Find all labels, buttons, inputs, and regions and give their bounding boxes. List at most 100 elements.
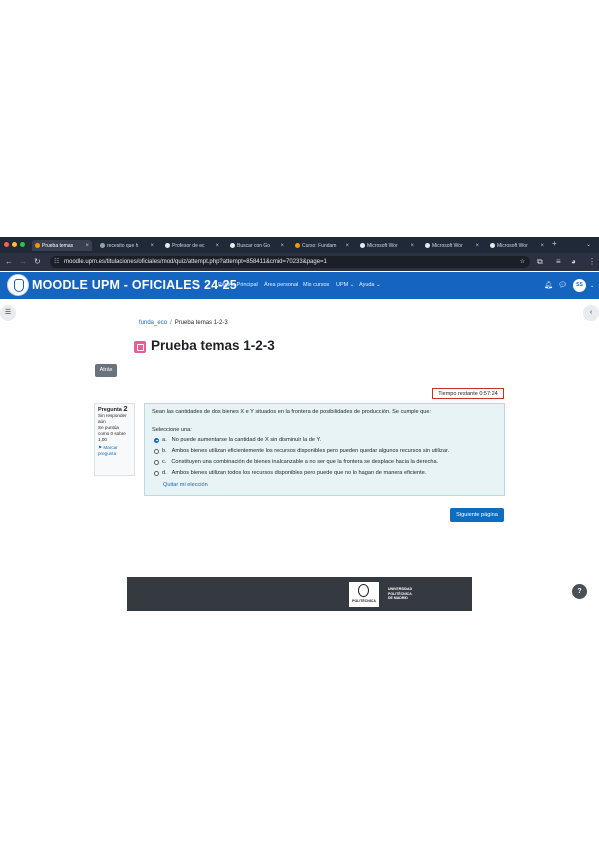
tab-label: Microsoft Wor xyxy=(367,242,398,249)
quiz-icon xyxy=(134,341,146,353)
browser-tab[interactable]: Profesor de ec × xyxy=(162,240,222,251)
nav-link-upm[interactable]: UPM ⌄ xyxy=(336,282,354,288)
browser-tab[interactable]: recesito que h × xyxy=(97,240,157,251)
tab-close-icon[interactable]: × xyxy=(150,243,154,249)
breadcrumb-separator: / xyxy=(170,320,172,326)
block-drawer-toggle-icon[interactable]: ‹ xyxy=(583,305,599,321)
question-score: Se puntúa como 0 sobre 1,00 xyxy=(98,425,126,442)
tab-favicon-icon xyxy=(35,243,40,248)
question-text: Sean las cantidades de dos bienes X e Y … xyxy=(152,409,432,415)
answer-option[interactable]: b. Ambos bienes utilizan eficientemente l… xyxy=(154,448,449,454)
tab-label: Curso: Fundam xyxy=(302,242,337,249)
url-field[interactable]: ☷ moodle.upm.es/titulaciones/oficiales/m… xyxy=(50,256,530,268)
breadcrumb-course-link[interactable]: funda_eco xyxy=(139,320,167,326)
extensions-icon[interactable]: ⧉ xyxy=(537,257,543,267)
browser-tab[interactable]: Microsoft Wor × xyxy=(422,240,482,251)
answer-text: Ambos bienes utilizan todos los recursos… xyxy=(171,470,427,476)
user-menu-chevron-icon[interactable]: ⌄ xyxy=(590,283,594,289)
browser-tab[interactable]: Microsoft Wor × xyxy=(487,240,547,251)
tab-close-icon[interactable]: × xyxy=(85,243,89,249)
nav-link-my-courses[interactable]: Mis cursos xyxy=(303,282,329,288)
url-text: moodle.upm.es/titulaciones/oficiales/mod… xyxy=(64,259,327,265)
answer-radio[interactable] xyxy=(154,459,159,465)
tab-favicon-icon xyxy=(165,243,170,248)
upm-footer-logo[interactable]: POLITÉCNICA xyxy=(349,582,379,607)
nav-link-dashboard[interactable]: Área personal xyxy=(264,282,298,288)
breadcrumb-current: Prueba temas 1-2-3 xyxy=(174,320,228,326)
tab-favicon-icon xyxy=(490,243,495,248)
browser-tab-bar: Prueba temas × recesito que h × Profesor de … xyxy=(0,237,599,253)
site-info-icon[interactable]: ☷ xyxy=(54,256,59,268)
bookmark-star-icon[interactable]: ☆ xyxy=(520,256,525,268)
forward-arrow-icon[interactable]: → xyxy=(19,257,27,266)
tab-favicon-icon xyxy=(295,243,300,248)
answer-text: Constituyen una combinación de bienes in… xyxy=(171,459,439,465)
tab-close-icon[interactable]: × xyxy=(280,243,284,249)
browser-tab[interactable]: Microsoft Wor × xyxy=(357,240,417,251)
clear-choice-link[interactable]: Quitar mi elección xyxy=(163,482,208,488)
tab-close-icon[interactable]: × xyxy=(475,243,479,249)
question-info-panel: Pregunta 2 Sin responder aún Se puntúa c… xyxy=(94,403,135,476)
time-remaining: Tiempo restante 0:57:24 xyxy=(432,388,504,399)
flag-question-link[interactable]: ⚑ Marcar pregunta xyxy=(98,445,131,457)
answer-text: No puede aumentarse la cantidad de X sin… xyxy=(171,437,322,443)
answer-option[interactable]: d. Ambos bienes utilizan todos los recurs… xyxy=(154,470,426,476)
profile-icon[interactable]: ◕ xyxy=(571,257,576,266)
answer-radio[interactable] xyxy=(154,448,159,454)
answer-letter: d. xyxy=(162,470,167,476)
footer: POLITÉCNICA UNIVERSIDAD POLITÉCNICA DE MAD… xyxy=(127,577,472,611)
tab-favicon-icon xyxy=(425,243,430,248)
nav-link-home[interactable]: Página Principal xyxy=(218,282,258,288)
answer-radio[interactable] xyxy=(154,437,159,443)
answer-letter: b. xyxy=(162,448,167,454)
course-index-toggle-icon[interactable]: ☰ xyxy=(0,305,16,321)
tab-label: Buscar con Go xyxy=(237,242,271,249)
address-bar-row: ← → ↻ ☷ moodle.upm.es/titulaciones/ofici… xyxy=(0,253,599,271)
upm-logo-word: POLITÉCNICA xyxy=(352,599,376,603)
answer-text: Ambos bienes utilizan eficientemente los… xyxy=(171,448,450,454)
back-button[interactable]: Atrás xyxy=(95,364,117,377)
browser-tab[interactable]: Prueba temas × xyxy=(32,240,92,251)
window-controls[interactable] xyxy=(4,242,25,247)
browser-tab[interactable]: Buscar con Go × xyxy=(227,240,287,251)
answer-option[interactable]: a. No puede aumentarse la cantidad de X s… xyxy=(154,437,321,443)
notifications-bell-icon[interactable]: 🔔︎ xyxy=(544,281,553,289)
tab-close-icon[interactable]: × xyxy=(215,243,219,249)
tab-favicon-icon xyxy=(360,243,365,248)
tab-favicon-icon xyxy=(100,243,105,248)
menu-dots-icon[interactable]: ⋮ xyxy=(588,257,596,266)
tab-close-icon[interactable]: × xyxy=(345,243,349,249)
back-arrow-icon[interactable]: ← xyxy=(5,257,13,266)
page-title: Prueba temas 1-2-3 xyxy=(151,338,275,353)
flag-icon: ⚑ xyxy=(98,445,103,450)
messages-icon[interactable]: 💬︎ xyxy=(558,281,567,289)
upm-footer-text: UNIVERSIDAD POLITÉCNICA DE MADRID xyxy=(388,587,413,600)
tab-list-icon[interactable]: ⌄ xyxy=(586,241,591,248)
browser-tab[interactable]: Curso: Fundam × xyxy=(292,240,352,251)
reload-icon[interactable]: ↻ xyxy=(34,257,41,266)
tab-label: Profesor de ec xyxy=(172,242,205,249)
answer-option[interactable]: c. Constituyen una combinación de bienes … xyxy=(154,459,438,465)
tab-label: Microsoft Wor xyxy=(432,242,463,249)
site-name[interactable]: MOODLE UPM - OFICIALES 24-25 xyxy=(32,278,237,292)
tab-label: Prueba temas xyxy=(42,242,74,249)
answer-radio[interactable] xyxy=(154,470,159,476)
question-number: Pregunta 2 xyxy=(98,404,128,413)
tab-close-icon[interactable]: × xyxy=(540,243,544,249)
breadcrumb: funda_eco / Prueba temas 1-2-3 xyxy=(139,320,228,326)
answer-letter: c. xyxy=(162,459,167,465)
tab-close-icon[interactable]: × xyxy=(410,243,414,249)
help-button[interactable]: ? xyxy=(572,584,587,599)
answer-prompt: Seleccione una: xyxy=(152,427,192,433)
question-status: Sin responder aún xyxy=(98,413,127,424)
next-page-button[interactable]: Siguiente página xyxy=(450,508,504,522)
tab-label: Microsoft Wor xyxy=(497,242,528,249)
moodle-navbar: MOODLE UPM - OFICIALES 24-25 Página Prin… xyxy=(0,272,599,299)
tab-favicon-icon xyxy=(230,243,235,248)
new-tab-button[interactable]: + xyxy=(552,239,557,248)
question-content: Sean las cantidades de dos bienes X e Y … xyxy=(144,403,505,496)
nav-link-help[interactable]: Ayuda ⌄ xyxy=(359,282,381,288)
upm-logo[interactable] xyxy=(7,274,29,296)
sidebar-icon[interactable]: ≡ xyxy=(556,257,561,266)
user-avatar[interactable]: SS xyxy=(573,279,586,292)
